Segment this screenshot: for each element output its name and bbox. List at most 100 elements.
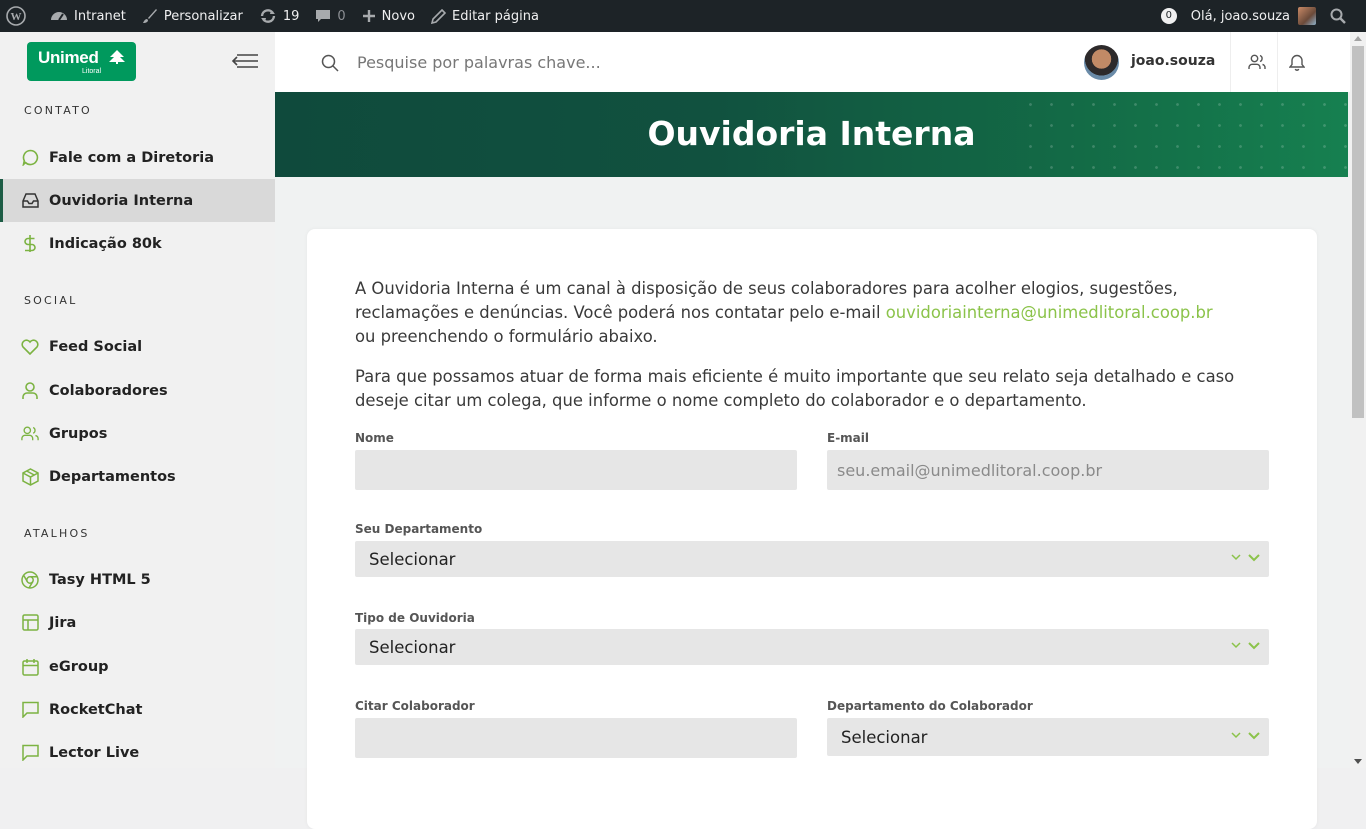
updates-icon xyxy=(260,9,276,23)
page-title: Ouvidoria Interna xyxy=(647,114,976,153)
message-square-icon xyxy=(21,701,39,719)
nome-label: Nome xyxy=(355,431,394,445)
sidebar-item-lector-live[interactable]: Lector Live xyxy=(0,731,275,768)
sidebar-item-ouvidoria-interna[interactable]: Ouvidoria Interna xyxy=(0,179,275,222)
sidebar-item-label: Tasy HTML 5 xyxy=(49,571,151,588)
instructions-paragraph: Para que possamos atuar de forma mais ef… xyxy=(355,367,1235,410)
inbox-icon xyxy=(21,192,39,210)
admin-bar-avatar xyxy=(1298,7,1316,25)
header-divider xyxy=(1277,32,1278,92)
box-icon xyxy=(21,467,39,486)
page-scrollbar[interactable] xyxy=(1350,32,1366,768)
tipo-ouvidoria-select[interactable]: Selecionar xyxy=(355,629,1269,665)
customize-link[interactable]: Personalizar xyxy=(134,0,251,32)
departamento-colaborador-select[interactable]: Selecionar xyxy=(827,718,1269,756)
admin-search-button[interactable] xyxy=(1322,0,1366,32)
form-card: A Ouvidoria Interna é um canal à disposi… xyxy=(307,229,1317,829)
search-icon[interactable] xyxy=(321,54,339,72)
top-header: joao.souza xyxy=(275,32,1350,92)
calendar-icon xyxy=(21,658,39,676)
sidebar-item-tasy-html-5[interactable]: Tasy HTML 5 xyxy=(0,558,275,601)
customize-label: Personalizar xyxy=(163,8,243,24)
scrollbar-thumb[interactable] xyxy=(1352,46,1364,418)
new-content-link[interactable]: Novo xyxy=(354,0,423,32)
citar-colaborador-field[interactable] xyxy=(355,718,797,758)
intro-paragraph: A Ouvidoria Interna é um canal à disposi… xyxy=(355,277,1235,349)
user-icon xyxy=(21,381,39,400)
edit-page-label: Editar página xyxy=(452,8,539,24)
email-field[interactable] xyxy=(827,450,1269,490)
sidebar-item-egroup[interactable]: eGroup xyxy=(0,645,275,688)
section-title-atalhos: ATALHOS xyxy=(24,527,90,540)
departamento-selected: Selecionar xyxy=(369,549,456,569)
dashboard-icon xyxy=(51,12,67,21)
wordpress-icon: W xyxy=(6,6,26,26)
sidebar-item-label: RocketChat xyxy=(49,701,143,718)
sidebar-item-jira[interactable]: Jira xyxy=(0,601,275,644)
sidebar-item-label: Departamentos xyxy=(49,468,176,485)
chevron-down-icon xyxy=(1231,553,1263,565)
sidebar-item-label: Ouvidoria Interna xyxy=(49,192,194,209)
notifications-badge[interactable]: 0 xyxy=(1160,8,1177,24)
search-input[interactable] xyxy=(357,48,857,76)
sidebar-item-label: Grupos xyxy=(49,425,108,442)
email-label: E-mail xyxy=(827,431,870,445)
heart-icon xyxy=(21,338,39,356)
departamento-colaborador-selected: Selecionar xyxy=(841,727,928,747)
chevron-down-icon xyxy=(1231,731,1263,743)
nome-field[interactable] xyxy=(355,450,797,490)
section-title-contato: CONTATO xyxy=(24,104,92,117)
comments-count: 0 xyxy=(337,8,346,24)
sidebar-item-label: Feed Social xyxy=(49,338,143,355)
my-account-link[interactable]: Olá, joao.souza xyxy=(1191,0,1322,32)
scroll-down-arrow[interactable] xyxy=(1354,759,1362,764)
message-square-icon xyxy=(21,744,39,762)
ouvidoria-email-link[interactable]: ouvidoriainterna@unimedlitoral.coop.br xyxy=(886,303,1213,322)
greeting: Olá, joao.souza xyxy=(1190,8,1290,24)
message-circle-icon xyxy=(21,149,39,167)
citar-colaborador-label: Citar Colaborador xyxy=(355,699,475,713)
sidebar-item-label: eGroup xyxy=(49,658,109,675)
departamento-select[interactable]: Selecionar xyxy=(355,541,1269,577)
sidebar-item-indicacao-80k[interactable]: Indicação 80k xyxy=(0,222,275,265)
wordpress-logo-button[interactable]: W xyxy=(0,0,42,32)
comment-icon xyxy=(316,10,331,22)
unimed-logo[interactable]: Unimed Litoral xyxy=(27,42,136,81)
sidebar-item-label: Indicação 80k xyxy=(49,235,162,252)
sidebar-item-rocketchat[interactable]: RocketChat xyxy=(0,688,275,731)
edit-page-link[interactable]: Editar página xyxy=(423,0,547,32)
tipo-ouvidoria-selected: Selecionar xyxy=(369,637,456,657)
site-name-link[interactable]: Intranet xyxy=(42,0,134,32)
username[interactable]: joao.souza xyxy=(1131,53,1215,69)
sidebar-item-colaboradores[interactable]: Colaboradores xyxy=(0,369,275,412)
section-title-social: SOCIAL xyxy=(24,294,78,307)
tipo-ouvidoria-label: Tipo de Ouvidoria xyxy=(355,611,475,625)
comments-link[interactable]: 0 xyxy=(307,0,353,32)
collapse-menu-button[interactable] xyxy=(231,50,259,76)
avatar[interactable] xyxy=(1084,45,1119,80)
scroll-up-arrow[interactable] xyxy=(1354,36,1362,41)
bell-icon[interactable] xyxy=(1289,54,1305,71)
new-label: Novo xyxy=(381,8,415,24)
sidebar-item-grupos[interactable]: Grupos xyxy=(0,412,275,455)
chevron-down-icon xyxy=(1231,641,1263,653)
sidebar-item-fale-com-a-diretoria[interactable]: Fale com a Diretoria xyxy=(0,136,275,179)
departamento-label: Seu Departamento xyxy=(355,522,483,536)
users-icon[interactable] xyxy=(1248,54,1266,70)
sidebar-item-label: Colaboradores xyxy=(49,382,168,399)
updates-link[interactable]: 19 xyxy=(251,0,308,32)
brush-icon xyxy=(142,9,157,23)
updates-count: 19 xyxy=(282,8,300,24)
unimed-tree-icon xyxy=(109,50,125,64)
sidebar-item-departamentos[interactable]: Departamentos xyxy=(0,455,275,498)
chrome-icon xyxy=(21,570,39,589)
main-content: A Ouvidoria Interna é um canal à disposi… xyxy=(275,177,1350,829)
departamento-colaborador-label: Departamento do Colaborador xyxy=(827,699,1033,713)
menu-collapse-icon xyxy=(231,54,258,68)
layout-icon xyxy=(21,614,39,632)
pencil-icon xyxy=(431,8,446,24)
plus-icon xyxy=(362,10,375,22)
sidebar-item-feed-social[interactable]: Feed Social xyxy=(0,325,275,368)
header-divider xyxy=(1230,32,1231,92)
svg-text:W: W xyxy=(11,11,22,23)
